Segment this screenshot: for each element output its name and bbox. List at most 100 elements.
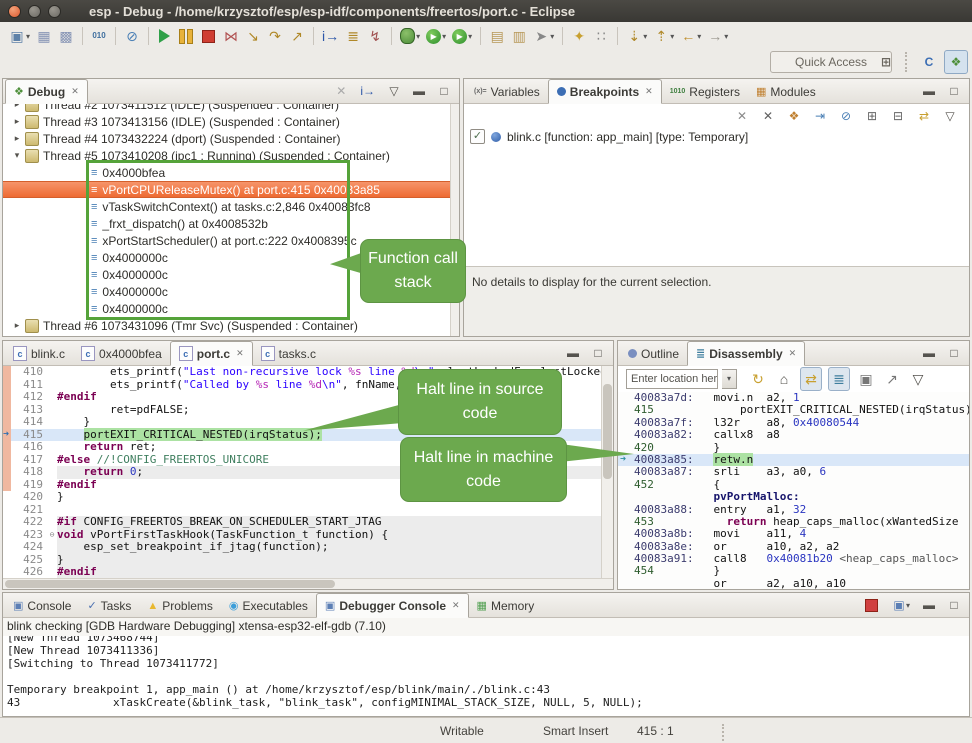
- tab-port-c[interactable]: cport.c✕: [170, 341, 253, 366]
- binary-console-icon[interactable]: 010: [89, 25, 109, 47]
- tab-debug[interactable]: ❖ Debug ✕: [5, 79, 88, 104]
- tab-blink-c[interactable]: cblink.c: [5, 342, 73, 365]
- line-number[interactable]: 422: [11, 516, 47, 529]
- minimize-icon[interactable]: ▬: [411, 80, 427, 102]
- tab-executables[interactable]: ◉Executables: [221, 594, 316, 617]
- fold-icon[interactable]: ⊖: [47, 529, 57, 542]
- editor-ruler[interactable]: [3, 391, 11, 404]
- collapse-all-icon[interactable]: ⊟: [888, 105, 908, 127]
- breakpoint-entry[interactable]: ✓ blink.c [function: app_main] [type: Te…: [470, 128, 969, 145]
- thread-row[interactable]: ▾Thread #5 1073410208 (ipc1 : Running) (…: [3, 147, 459, 164]
- window-minimize-button[interactable]: [28, 5, 41, 18]
- synchronize-icon[interactable]: ∷: [591, 25, 611, 47]
- view-menu-icon[interactable]: ▽: [940, 105, 960, 127]
- chevron-down-icon[interactable]: ▾: [722, 369, 737, 389]
- chevron-down-icon[interactable]: ▾: [468, 32, 472, 41]
- tree-expand-icon[interactable]: ▾: [11, 150, 23, 161]
- run-icon[interactable]: ▶▾: [424, 25, 448, 47]
- link-with-debug-view-icon[interactable]: ⇄: [914, 105, 934, 127]
- chevron-down-icon[interactable]: ▾: [442, 32, 446, 41]
- editor-ruler[interactable]: [3, 454, 11, 467]
- view-menu-icon[interactable]: ▽: [908, 368, 928, 390]
- editor-ruler[interactable]: [3, 416, 11, 429]
- minimize-icon[interactable]: ▬: [565, 342, 581, 364]
- tab-tasks[interactable]: ✓Tasks: [79, 594, 139, 617]
- save-all-icon[interactable]: ▩: [56, 25, 76, 47]
- line-number[interactable]: 426: [11, 566, 47, 579]
- sync-active-context-icon[interactable]: ⇄: [800, 367, 822, 391]
- tab-problems[interactable]: ▲Problems: [139, 594, 221, 617]
- profile-icon[interactable]: ▶▾: [450, 25, 474, 47]
- previous-edit-icon[interactable]: ⇡▾: [651, 25, 676, 47]
- line-number[interactable]: 414: [11, 416, 47, 429]
- close-icon[interactable]: ✕: [452, 600, 460, 611]
- edit-step-filters-icon[interactable]: ≣: [343, 25, 363, 47]
- maximize-icon[interactable]: □: [946, 342, 962, 364]
- disconnect-icon[interactable]: ⋈: [221, 25, 241, 47]
- tab-variables[interactable]: (x)=Variables: [466, 80, 548, 103]
- line-number[interactable]: 420: [11, 491, 47, 504]
- editor-vertical-scrollbar[interactable]: [601, 366, 613, 579]
- close-icon[interactable]: ✕: [645, 86, 653, 97]
- minimize-icon[interactable]: ▬: [921, 342, 937, 364]
- line-number[interactable]: 418: [11, 466, 47, 479]
- go-to-file-icon[interactable]: ⇥: [810, 105, 830, 127]
- stack-frame-row[interactable]: ≡vPortCPUReleaseMutex() at port.c:415 0x…: [3, 181, 459, 198]
- thread-row[interactable]: ▸Thread #4 1073432224 (dport) (Suspended…: [3, 130, 459, 147]
- chevron-down-icon[interactable]: ▾: [906, 601, 910, 610]
- skip-all-breakpoints-icon[interactable]: ⊘: [836, 105, 856, 127]
- open-new-view-icon[interactable]: ↗: [882, 368, 902, 390]
- terminate-icon[interactable]: [198, 25, 219, 47]
- editor-ruler[interactable]: [3, 379, 11, 392]
- location-input[interactable]: Enter location here: [626, 369, 718, 389]
- minimize-icon[interactable]: ▬: [921, 594, 937, 616]
- expand-all-icon[interactable]: ⊞: [862, 105, 882, 127]
- editor-ruler[interactable]: [3, 566, 11, 579]
- chevron-down-icon[interactable]: ▾: [416, 32, 420, 41]
- tab-memory[interactable]: ▦Memory: [469, 594, 543, 617]
- editor-ruler[interactable]: [3, 516, 11, 529]
- code-line[interactable]: 426#endif: [3, 566, 613, 579]
- editor-ruler[interactable]: [3, 366, 11, 379]
- tab-disassembly[interactable]: ≣Disassembly✕: [687, 341, 805, 366]
- disassembly-listing[interactable]: 40083a7d: movi.n a2, 1415 portEXIT_CRITI…: [618, 392, 969, 589]
- stack-frame-row[interactable]: ≡0x4000bfea: [3, 164, 459, 181]
- stack-frame-row[interactable]: ≡vTaskSwitchContext() at tasks.c:2,846 0…: [3, 198, 459, 215]
- thread-row[interactable]: ▸Thread #3 1073413156 (IDLE) (Suspended …: [3, 113, 459, 130]
- resume-icon[interactable]: [155, 25, 174, 47]
- unlink-sources-icon[interactable]: ↯: [365, 25, 385, 47]
- window-maximize-button[interactable]: [48, 5, 61, 18]
- tab-0x4000bfea[interactable]: c0x4000bfea: [73, 342, 170, 365]
- chevron-down-icon[interactable]: ▾: [643, 32, 647, 41]
- editor-horizontal-scrollbar[interactable]: [3, 578, 613, 589]
- line-number[interactable]: 410: [11, 366, 47, 379]
- breakpoint-checkbox[interactable]: ✓: [470, 129, 485, 144]
- thread-row[interactable]: ▸Thread #6 1073431096 (Tmr Svc) (Suspend…: [3, 317, 459, 334]
- new-wizard-icon[interactable]: ▣▾: [7, 25, 32, 47]
- line-number[interactable]: 416: [11, 441, 47, 454]
- back-icon[interactable]: ←▾: [678, 25, 703, 47]
- minimize-icon[interactable]: ▬: [921, 80, 937, 102]
- copy-icon[interactable]: ▣: [856, 368, 876, 390]
- chevron-down-icon[interactable]: ▾: [670, 32, 674, 41]
- chevron-down-icon[interactable]: ▾: [724, 32, 728, 41]
- editor-ruler[interactable]: ➜: [3, 429, 11, 442]
- maximize-icon[interactable]: □: [946, 594, 962, 616]
- cpp-perspective-button[interactable]: C: [918, 51, 940, 73]
- search-icon[interactable]: ✦: [569, 25, 589, 47]
- remove-all-breakpoints-icon[interactable]: ✕: [758, 105, 778, 127]
- editor-ruler[interactable]: [3, 441, 11, 454]
- code-line[interactable]: 424 esp_set_breakpoint_if_jtag(function)…: [3, 541, 613, 554]
- maximize-icon[interactable]: □: [946, 80, 962, 102]
- skip-all-breakpoints-icon[interactable]: ⊘: [122, 25, 142, 47]
- home-icon[interactable]: ⌂: [774, 368, 794, 390]
- debug-perspective-button[interactable]: ❖: [944, 50, 968, 74]
- step-into-icon[interactable]: ↘: [243, 25, 263, 47]
- open-folder-icon[interactable]: ▤: [487, 25, 507, 47]
- step-over-icon[interactable]: ↷: [265, 25, 285, 47]
- close-icon[interactable]: ✕: [789, 348, 797, 359]
- tab-registers[interactable]: 1010Registers: [662, 80, 748, 103]
- suspend-icon[interactable]: [176, 25, 196, 47]
- remove-breakpoint-icon[interactable]: ✕: [732, 105, 752, 127]
- editor-ruler[interactable]: [3, 529, 11, 542]
